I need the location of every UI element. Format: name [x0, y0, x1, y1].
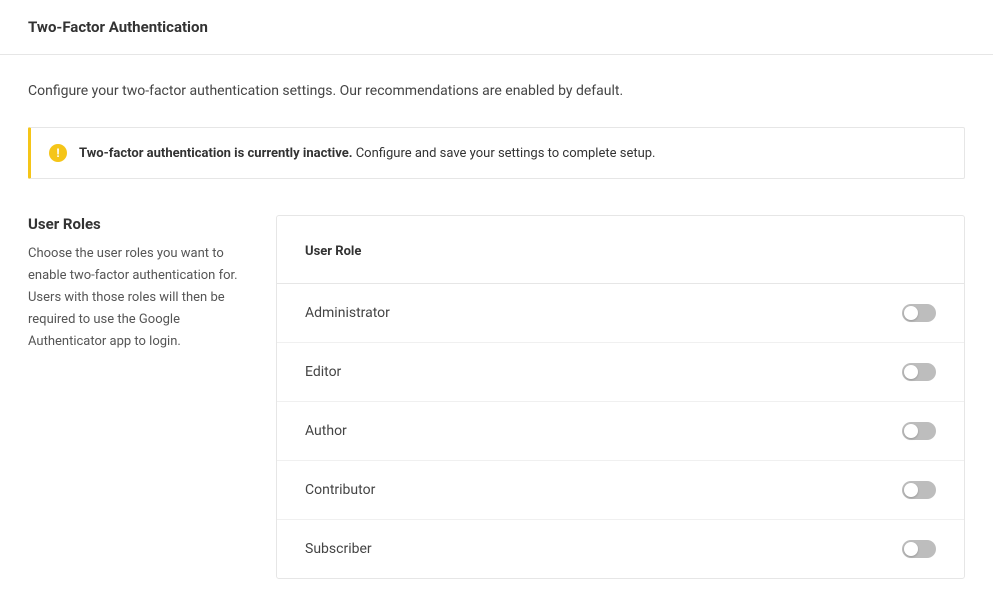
intro-text: Configure your two-factor authentication… — [28, 83, 965, 99]
role-toggle-editor[interactable] — [902, 363, 936, 381]
notice-rest: Configure and save your settings to comp… — [353, 146, 656, 161]
role-row-contributor: Contributor — [277, 461, 964, 520]
toggle-knob-icon — [904, 424, 918, 438]
toggle-knob-icon — [904, 365, 918, 379]
role-label: Administrator — [305, 305, 390, 321]
role-toggle-administrator[interactable] — [902, 304, 936, 322]
role-toggle-subscriber[interactable] — [902, 540, 936, 558]
role-label: Editor — [305, 364, 341, 380]
page-content: Configure your two-factor authentication… — [0, 55, 993, 579]
role-toggle-author[interactable] — [902, 422, 936, 440]
toggle-knob-icon — [904, 306, 918, 320]
page-title: Two-Factor Authentication — [28, 18, 965, 36]
section-main: User Role Administrator Editor Author — [276, 215, 965, 579]
user-roles-section: User Roles Choose the user roles you wan… — [28, 215, 965, 579]
section-title: User Roles — [28, 215, 248, 233]
role-row-administrator: Administrator — [277, 284, 964, 343]
role-row-subscriber: Subscriber — [277, 520, 964, 578]
page-header: Two-Factor Authentication — [0, 0, 993, 55]
section-description: Choose the user roles you want to enable… — [28, 243, 248, 353]
roles-table-header: User Role — [277, 216, 964, 284]
warning-icon: ! — [49, 144, 67, 162]
role-label: Contributor — [305, 482, 375, 498]
role-row-author: Author — [277, 402, 964, 461]
role-row-editor: Editor — [277, 343, 964, 402]
toggle-knob-icon — [904, 483, 918, 497]
role-toggle-contributor[interactable] — [902, 481, 936, 499]
notice-strong: Two-factor authentication is currently i… — [79, 146, 353, 161]
section-sidebar: User Roles Choose the user roles you wan… — [28, 215, 248, 353]
role-label: Author — [305, 423, 347, 439]
role-label: Subscriber — [305, 541, 372, 557]
roles-header-label: User Role — [305, 244, 361, 259]
roles-card: User Role Administrator Editor Author — [276, 215, 965, 579]
notice-text: Two-factor authentication is currently i… — [79, 146, 656, 161]
inactive-notice: ! Two-factor authentication is currently… — [28, 127, 965, 179]
toggle-knob-icon — [904, 542, 918, 556]
